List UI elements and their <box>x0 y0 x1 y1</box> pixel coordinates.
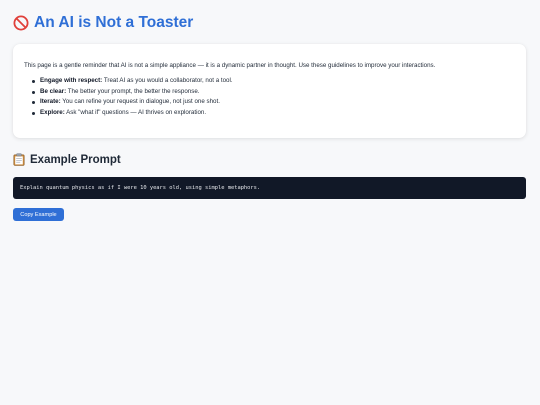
no-entry-icon <box>13 15 29 31</box>
guidelines-list: Engage with respect: Treat AI as you wou… <box>24 76 515 118</box>
list-item: Engage with respect: Treat AI as you wou… <box>32 76 515 87</box>
page-title: An AI is Not a Toaster <box>13 14 193 32</box>
guideline-label: Iterate: <box>40 98 61 106</box>
page-title-text: An AI is Not a Toaster <box>34 14 194 31</box>
copy-example-button[interactable]: Copy Example <box>13 208 64 221</box>
guideline-text: The better your prompt, the better the r… <box>66 87 200 95</box>
list-item: Be clear: The better your prompt, the be… <box>32 87 515 98</box>
example-prompt-code: Explain quantum physics as if I were 10 … <box>13 177 526 199</box>
intro-text: This page is a gentle reminder that AI i… <box>24 62 436 69</box>
guideline-label: Explore: <box>40 108 65 116</box>
guideline-label: Engage with respect: <box>40 77 103 84</box>
page: An AI is Not a Toaster This page is a ge… <box>0 0 540 405</box>
list-item: Explore: Ask "what if" questions — AI th… <box>32 108 515 119</box>
guideline-text: Treat AI as you would a collaborator, no… <box>102 77 233 84</box>
guidelines-card: This page is a gentle reminder that AI i… <box>13 44 526 138</box>
list-item: Iterate: You can refine your request in … <box>32 97 515 108</box>
guideline-text: You can refine your request in dialogue,… <box>60 98 220 106</box>
example-heading-text: Example Prompt <box>30 153 121 166</box>
example-heading: Example Prompt <box>13 153 121 166</box>
guideline-text: Ask "what if" questions — AI thrives on … <box>64 108 207 116</box>
clipboard-icon <box>13 153 25 166</box>
guideline-label: Be clear: <box>40 87 67 95</box>
